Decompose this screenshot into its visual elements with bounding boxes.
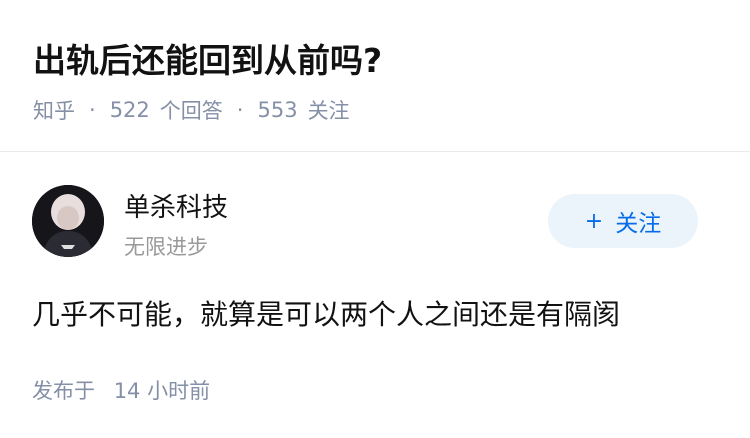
answer-count-label: 个回答 [159,99,223,123]
source-label[interactable]: 知乎 [33,95,75,125]
avatar-image [32,185,104,257]
separator-dot: · [89,98,96,122]
separator-dot: · [236,98,244,122]
author-bio: 无限进步 [124,235,208,259]
follow-button-label: 关注 [615,211,662,237]
question-meta: 知乎 · 522 个回答 · 553 关注 [33,95,350,125]
time-label: 发布于 [32,379,95,403]
question-header: 出轨后还能回到从前吗? 知乎 · 522 个回答 · 553 关注 [0,0,750,152]
question-title[interactable]: 出轨后还能回到从前吗? [33,34,382,82]
answer-count: 522 [109,98,150,122]
time-value: 14 小时前 [113,379,211,403]
follow-count-label: 关注 [307,99,350,123]
plus-icon: + [584,208,604,234]
author-name[interactable]: 单杀科技 [124,187,228,224]
follow-button[interactable]: + 关注 [548,194,698,248]
avatar[interactable] [32,185,104,257]
answer-timestamp: 发布于 14 小时前 [32,375,210,405]
answer-content[interactable]: 几乎不可能，就算是可以两个人之间还是有隔阂 [32,293,620,333]
answer-card: 单杀科技 无限进步 + 关注 几乎不可能，就算是可以两个人之间还是有隔阂 发布于… [0,153,750,438]
follow-count: 553 [257,98,298,122]
